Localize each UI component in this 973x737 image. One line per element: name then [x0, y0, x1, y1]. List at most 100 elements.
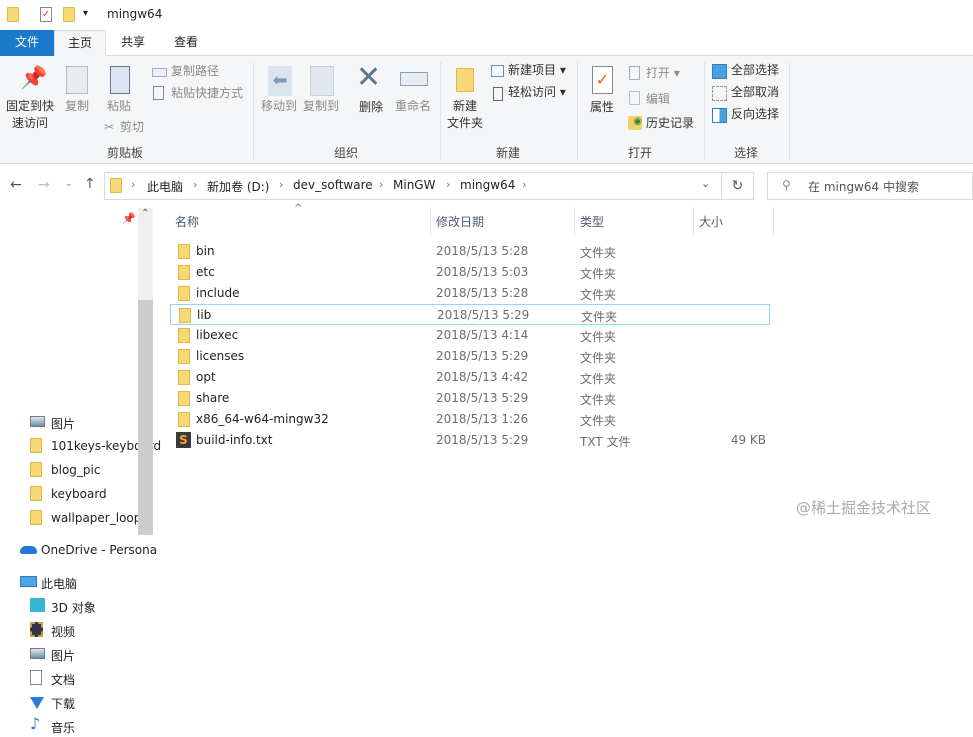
- nav-item[interactable]: ♪ 音乐: [30, 717, 168, 737]
- nav-item-label: wallpaper_loop: [51, 511, 142, 525]
- address-dropdown-button[interactable]: ⌄: [701, 177, 710, 190]
- delete-button[interactable]: 删除: [355, 99, 387, 116]
- breadcrumb-item[interactable]: dev_software: [293, 178, 373, 192]
- file-row[interactable]: opt 2018/5/13 4:42 文件夹: [170, 367, 770, 388]
- nav-item-label: 3D 对象: [51, 601, 96, 615]
- search-input[interactable]: 在 mingw64 中搜索: [808, 178, 919, 195]
- file-row[interactable]: share 2018/5/13 5:29 文件夹: [170, 388, 770, 409]
- customize-quick-access-icon[interactable]: ▾: [83, 8, 88, 19]
- paste-button[interactable]: 粘贴: [104, 98, 134, 115]
- address-bar[interactable]: › 此电脑 › 新加卷 (D:) › dev_software › MinGW …: [104, 172, 722, 200]
- cut-button[interactable]: 剪切: [120, 119, 144, 136]
- file-row[interactable]: bin 2018/5/13 5:28 文件夹: [170, 241, 770, 262]
- nav-item[interactable]: 下载: [30, 693, 168, 713]
- search-box[interactable]: ⚲ 在 mingw64 中搜索: [767, 172, 973, 200]
- file-row[interactable]: Sbuild-info.txt 2018/5/13 5:29 TXT 文件 49 KB: [170, 430, 770, 451]
- navigation-pane: 图片 101keys-keyboard blog_pic keyboard wallpa…: [0, 205, 161, 735]
- open-button[interactable]: 打开 ▾: [646, 65, 680, 82]
- file-row[interactable]: licenses 2018/5/13 5:29 文件夹: [170, 346, 770, 367]
- file-row[interactable]: libexec 2018/5/13 4:14 文件夹: [170, 325, 770, 346]
- new-item-label: 新建项目: [508, 63, 557, 77]
- scrollbar-thumb[interactable]: [138, 300, 153, 535]
- chevron-right-icon[interactable]: ›: [131, 178, 135, 191]
- breadcrumb-item[interactable]: 新加卷 (D:): [207, 178, 269, 195]
- chevron-right-icon[interactable]: ›: [279, 178, 283, 191]
- pin-quick-access-button[interactable]: 固定到快 速访问: [3, 98, 57, 132]
- history-button[interactable]: 历史记录: [646, 115, 694, 132]
- breadcrumb-item[interactable]: mingw64: [460, 178, 515, 192]
- tab-view[interactable]: 查看: [163, 30, 209, 56]
- new-folder-quick-icon[interactable]: [63, 7, 75, 22]
- breadcrumb-item[interactable]: 此电脑: [147, 178, 183, 195]
- move-to-icon: ⬅: [268, 66, 292, 96]
- delete-icon: ✕: [356, 60, 382, 95]
- nav-item[interactable]: 视频: [30, 621, 168, 641]
- properties-quick-icon[interactable]: ✓: [40, 7, 52, 22]
- tab-home[interactable]: 主页: [54, 30, 106, 57]
- file-row[interactable]: etc 2018/5/13 5:03 文件夹: [170, 262, 770, 283]
- column-header-name[interactable]: 名称: [175, 213, 199, 230]
- nav-item[interactable]: 文档: [30, 669, 168, 689]
- folder-icon: [178, 391, 190, 406]
- file-type: 文件夹: [580, 414, 617, 428]
- divider[interactable]: [693, 207, 694, 235]
- edit-button[interactable]: 编辑: [646, 91, 670, 108]
- rename-button[interactable]: 重命名: [393, 98, 433, 115]
- invert-selection-button[interactable]: 反向选择: [731, 106, 779, 123]
- column-header-size[interactable]: 大小: [699, 213, 723, 230]
- file-date: 2018/5/13 4:14: [436, 328, 529, 342]
- folder-icon: [30, 486, 42, 501]
- breadcrumb-item[interactable]: MinGW: [393, 178, 435, 192]
- paste-shortcut-button[interactable]: 粘贴快捷方式: [171, 85, 243, 102]
- file-row[interactable]: include 2018/5/13 5:28 文件夹: [170, 283, 770, 304]
- folder-icon: [178, 370, 190, 385]
- divider[interactable]: [430, 207, 431, 235]
- file-row[interactable]: x86_64-w64-mingw32 2018/5/13 1:26 文件夹: [170, 409, 770, 430]
- chevron-right-icon[interactable]: ›: [446, 178, 450, 191]
- title-bar: ✓ ▾ mingw64: [0, 0, 973, 30]
- nav-scrollbar[interactable]: ⌃: [138, 208, 153, 535]
- file-type: 文件夹: [580, 267, 617, 281]
- tab-file[interactable]: 文件: [0, 30, 54, 56]
- organize-group-label: 组织: [333, 146, 358, 160]
- column-header-type[interactable]: 类型: [580, 213, 604, 230]
- divider[interactable]: [773, 207, 774, 235]
- move-to-button[interactable]: 移动到: [259, 98, 299, 115]
- recent-locations-button[interactable]: ⌄: [65, 179, 73, 189]
- back-button[interactable]: ←: [10, 177, 22, 193]
- up-button[interactable]: ↑: [84, 176, 96, 192]
- nav-item[interactable]: OneDrive - Personal: [20, 541, 158, 561]
- tab-share[interactable]: 共享: [110, 30, 156, 56]
- nav-item[interactable]: 3D 对象: [30, 597, 168, 617]
- folder-icon: [30, 510, 42, 525]
- easy-access-button[interactable]: 轻松访问 ▾: [508, 84, 566, 101]
- select-none-button[interactable]: 全部取消: [731, 84, 779, 101]
- scroll-up-icon[interactable]: ⌃: [141, 208, 149, 219]
- new-folder-button[interactable]: 新建 文件夹: [445, 98, 485, 132]
- window-title: mingw64: [107, 7, 163, 21]
- divider: [789, 62, 790, 160]
- invert-selection-icon: [712, 108, 727, 123]
- copy-path-button[interactable]: 复制路径: [171, 63, 219, 80]
- nav-item[interactable]: 此电脑: [20, 573, 158, 593]
- forward-button[interactable]: →: [38, 177, 50, 193]
- file-date: 2018/5/13 5:28: [436, 286, 529, 300]
- file-row[interactable]: lib 2018/5/13 5:29 文件夹: [170, 304, 770, 325]
- copy-to-button[interactable]: 复制到: [301, 98, 341, 115]
- copy-button[interactable]: 复制: [62, 98, 92, 115]
- nav-item[interactable]: 图片: [30, 645, 168, 665]
- chevron-right-icon[interactable]: ›: [522, 178, 526, 191]
- select-all-button[interactable]: 全部选择: [731, 62, 779, 79]
- chevron-right-icon[interactable]: ›: [379, 178, 383, 191]
- refresh-button[interactable]: ↻: [722, 172, 754, 200]
- new-item-button[interactable]: 新建项目 ▾: [508, 62, 566, 79]
- folder-icon: [30, 462, 42, 477]
- text-file-icon: S: [176, 432, 191, 448]
- nav-item-label: keyboard: [51, 487, 107, 501]
- properties-button[interactable]: 属性: [587, 99, 617, 116]
- divider[interactable]: [574, 207, 575, 235]
- nav-item-label: 文档: [51, 673, 76, 687]
- folder-icon: [7, 7, 19, 22]
- column-header-date[interactable]: 修改日期: [436, 213, 484, 230]
- chevron-right-icon[interactable]: ›: [193, 178, 197, 191]
